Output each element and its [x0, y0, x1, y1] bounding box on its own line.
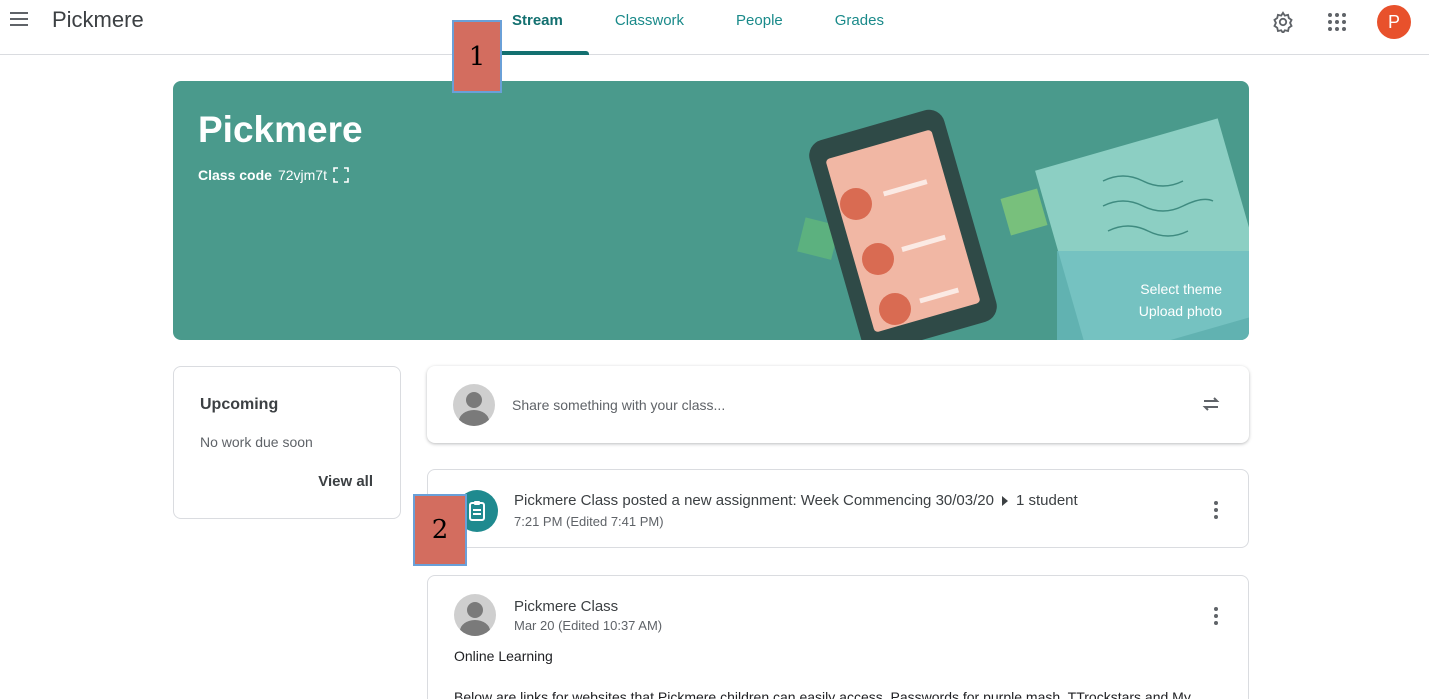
repost-icon[interactable] [1199, 392, 1223, 416]
upcoming-status: No work due soon [200, 434, 313, 450]
assignment-post[interactable]: Pickmere Class posted a new assignment: … [427, 469, 1249, 548]
class-code-value: 72vjm7t [277, 167, 327, 183]
tab-classwork[interactable]: Classwork [589, 0, 710, 55]
more-options-icon[interactable] [1214, 501, 1220, 522]
post-title: Pickmere Class posted a new assignment: … [514, 492, 1078, 509]
select-theme-link[interactable]: Select theme [1140, 281, 1222, 297]
post-author: Pickmere Class [514, 598, 619, 615]
view-all-link[interactable]: View all [318, 473, 373, 490]
post-timestamp: 7:21 PM (Edited 7:41 PM) [514, 514, 664, 529]
post-heading: Online Learning [454, 648, 553, 664]
avatar [453, 384, 495, 426]
caret-right-icon [1001, 496, 1008, 507]
class-name: Pickmere [198, 109, 363, 150]
upcoming-card: Upcoming No work due soon View all [173, 366, 401, 519]
settings-gear-icon[interactable] [1269, 8, 1297, 36]
class-code-label: Class code [198, 167, 272, 183]
class-code: Class code 72vjm7t [198, 167, 349, 183]
fullscreen-icon[interactable] [333, 167, 349, 183]
main-menu-icon[interactable] [10, 12, 32, 28]
tab-people[interactable]: People [710, 0, 809, 55]
post-title-text: Pickmere Class posted a new assignment: … [514, 492, 994, 509]
more-options-icon[interactable] [1214, 607, 1220, 628]
annotation-callout-2: 2 [413, 494, 467, 566]
share-box[interactable]: Share something with your class... [427, 366, 1249, 443]
class-banner: Pickmere Class code 72vjm7t Select theme… [173, 81, 1249, 340]
post-body: Below are links for websites that Pickme… [454, 689, 1191, 699]
top-right-actions: P [1269, 5, 1411, 39]
apps-grid-icon[interactable] [1323, 8, 1351, 36]
post-timestamp: Mar 20 (Edited 10:37 AM) [514, 618, 663, 633]
avatar [454, 594, 496, 636]
tab-grades[interactable]: Grades [809, 0, 910, 55]
class-tabs: Stream Classwork People Grades [486, 0, 910, 55]
top-app-bar: Pickmere Stream Classwork People Grades … [0, 0, 1429, 55]
annotation-callout-1: 1 [452, 20, 502, 93]
announcement-post: Pickmere Class Mar 20 (Edited 10:37 AM) … [427, 575, 1249, 699]
post-audience[interactable]: 1 student [1016, 492, 1078, 509]
account-avatar[interactable]: P [1377, 5, 1411, 39]
app-title[interactable]: Pickmere [52, 7, 144, 33]
upload-photo-link[interactable]: Upload photo [1139, 303, 1222, 319]
upcoming-title: Upcoming [200, 396, 279, 413]
share-placeholder[interactable]: Share something with your class... [512, 397, 725, 413]
